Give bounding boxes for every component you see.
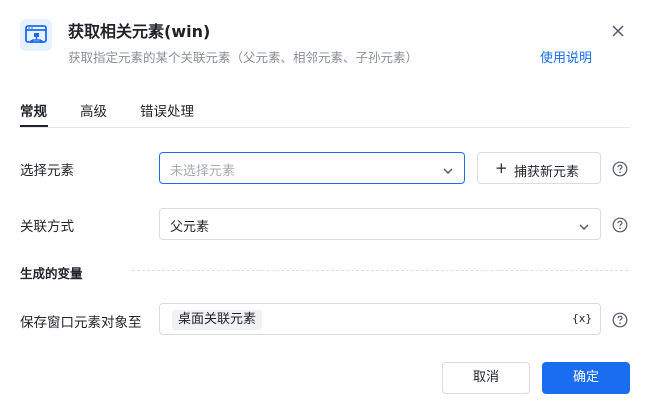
help-icon-select-element[interactable] bbox=[612, 161, 628, 177]
usage-help-link[interactable]: 使用说明 bbox=[540, 47, 592, 66]
help-icon-output[interactable] bbox=[612, 312, 628, 328]
chevron-down-icon bbox=[578, 218, 590, 237]
relation-value: 父元素 bbox=[170, 220, 210, 235]
dialog-title: 获取相关元素(win) bbox=[68, 22, 211, 41]
section-divider bbox=[132, 270, 628, 271]
capture-new-element-button[interactable]: + 捕获新元素 bbox=[477, 152, 601, 184]
tab-bar: 常规 高级 错误处理 bbox=[20, 100, 630, 128]
select-element-placeholder: 未选择元素 bbox=[170, 164, 236, 179]
active-tab-indicator bbox=[20, 125, 48, 127]
variable-insert-icon[interactable]: {x} bbox=[572, 312, 592, 325]
tab-general[interactable]: 常规 bbox=[20, 100, 47, 120]
capture-button-label: 捕获新元素 bbox=[514, 165, 580, 180]
confirm-button[interactable]: 确定 bbox=[542, 362, 630, 394]
select-element-label: 选择元素 bbox=[20, 163, 74, 179]
output-variable-label: 保存窗口元素对象至 bbox=[20, 315, 142, 331]
relation-select[interactable]: 父元素 bbox=[159, 208, 601, 240]
app-icon bbox=[20, 19, 52, 51]
tab-advanced[interactable]: 高级 bbox=[80, 100, 107, 120]
chevron-down-icon bbox=[442, 162, 454, 181]
output-variable-input[interactable]: 桌面关联元素 {x} bbox=[159, 303, 601, 335]
variable-tag: 桌面关联元素 bbox=[172, 310, 263, 330]
help-icon-relation[interactable] bbox=[612, 217, 628, 233]
relation-label: 关联方式 bbox=[20, 219, 74, 235]
tab-error-handling[interactable]: 错误处理 bbox=[140, 100, 194, 120]
plus-icon: + bbox=[495, 159, 508, 177]
generated-variables-heading: 生成的变量 bbox=[20, 266, 83, 281]
cancel-button[interactable]: 取消 bbox=[442, 362, 530, 394]
select-element-dropdown[interactable]: 未选择元素 bbox=[159, 152, 465, 184]
close-icon[interactable] bbox=[608, 21, 628, 41]
dialog-subtitle: 获取指定元素的某个关联元素（父元素、相邻元素、子孙元素） bbox=[68, 50, 419, 65]
